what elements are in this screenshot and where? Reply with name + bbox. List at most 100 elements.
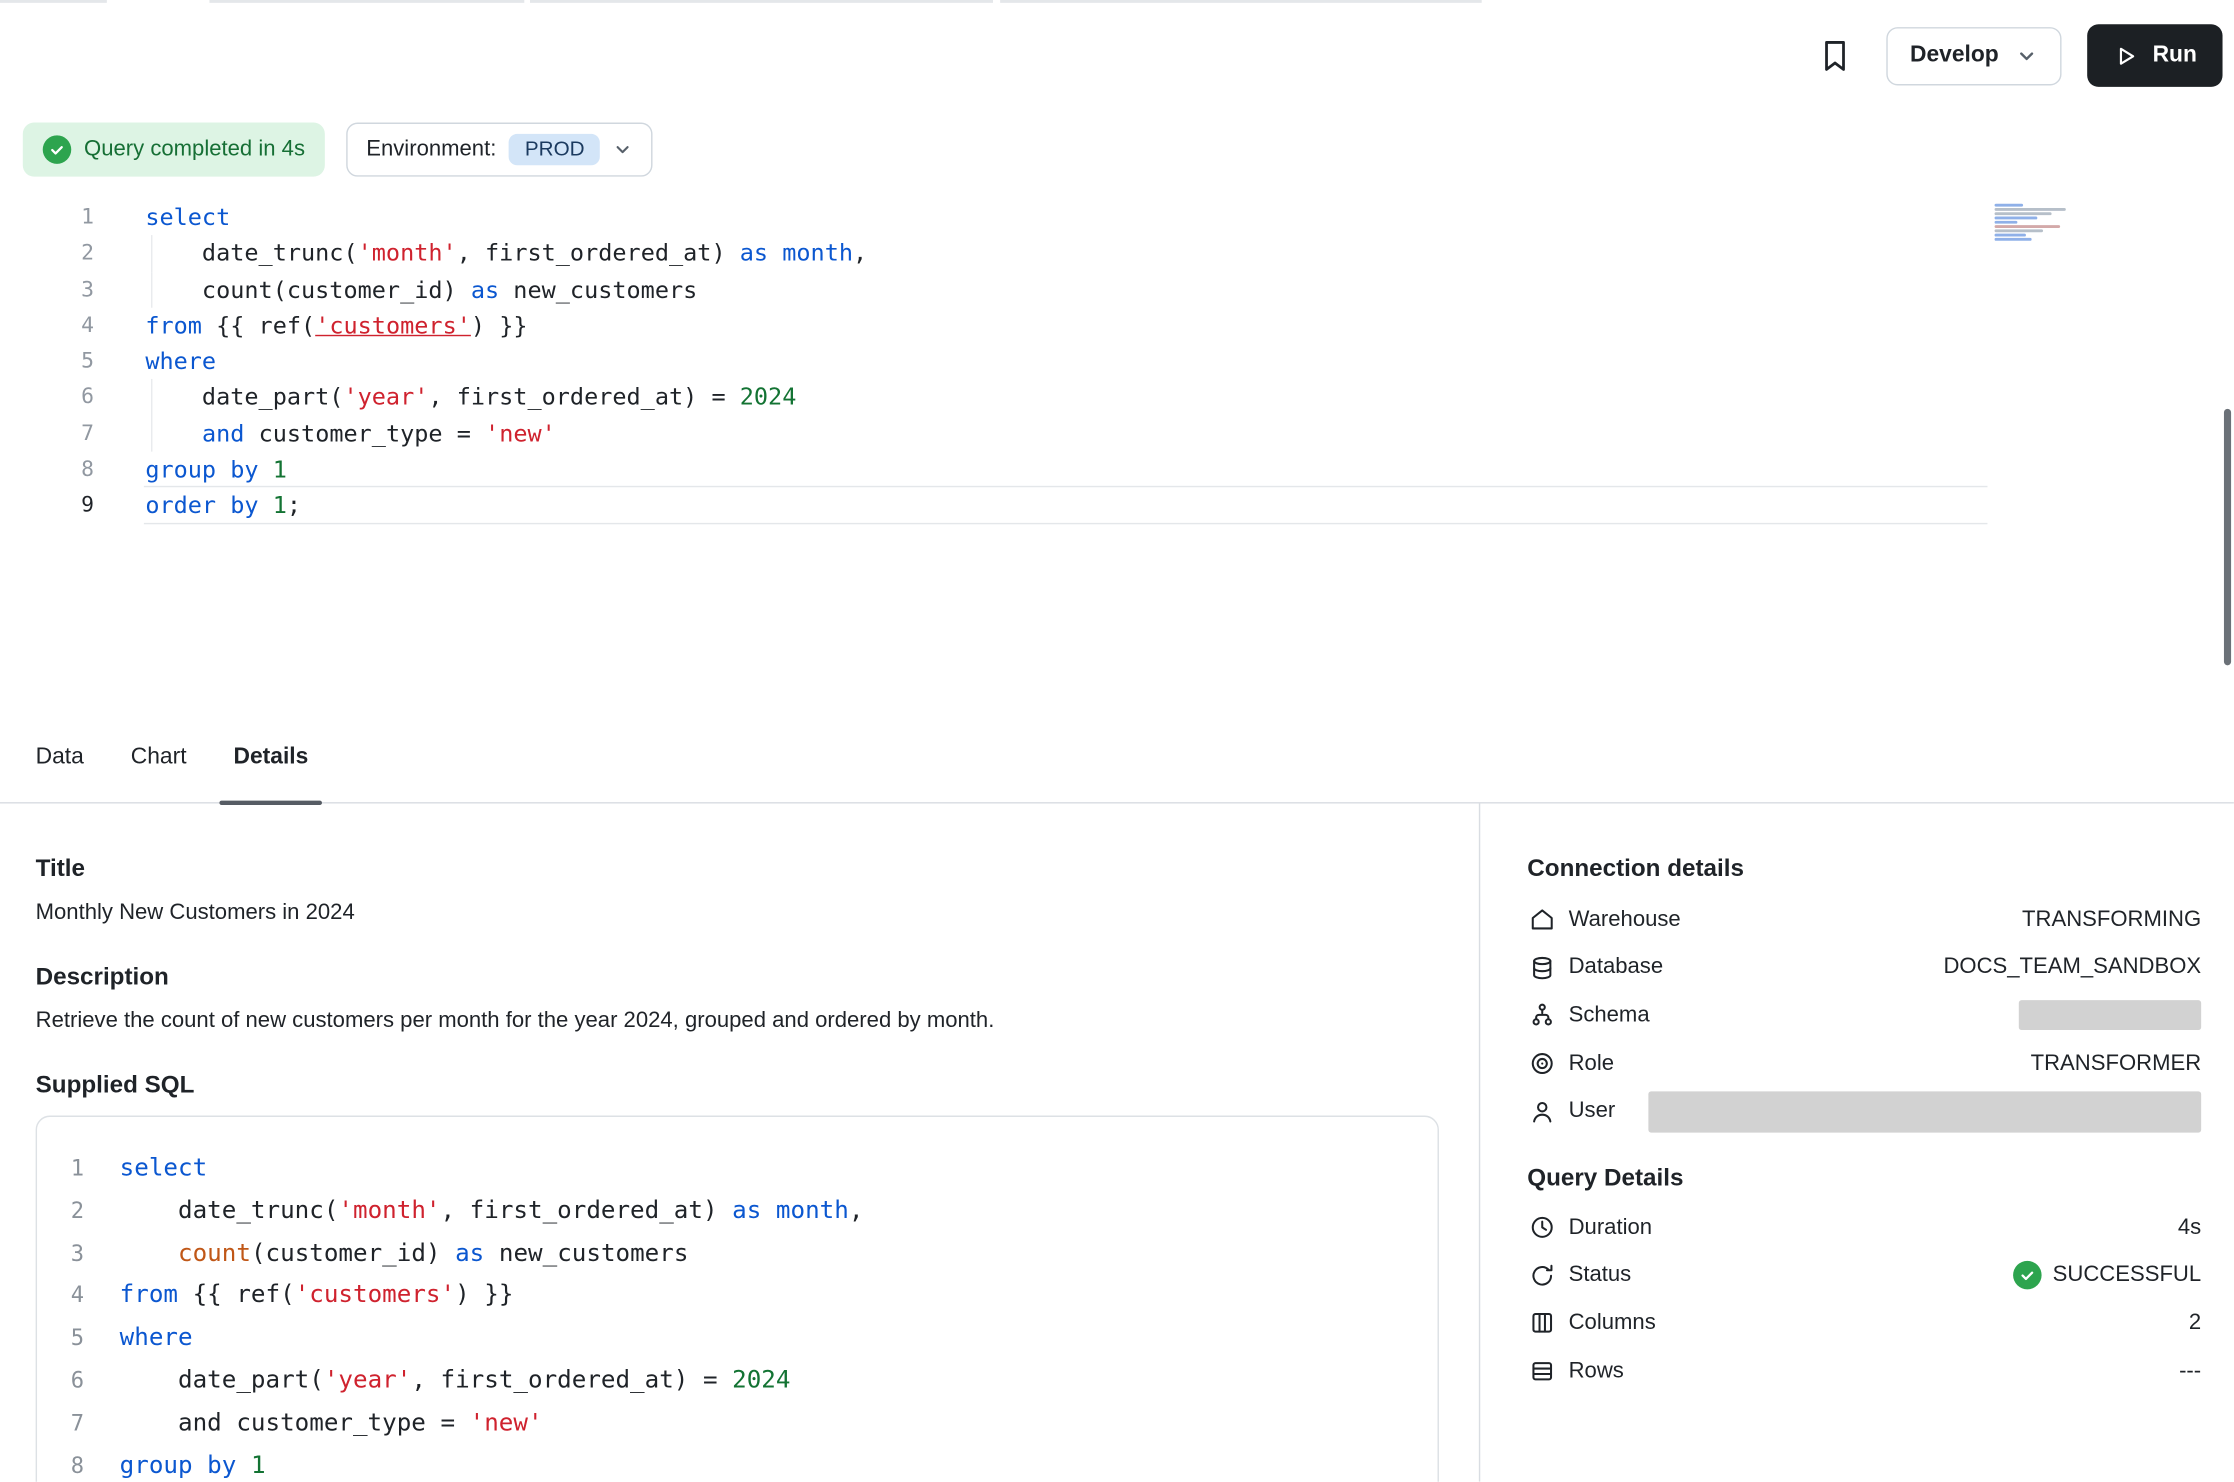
develop-dropdown-button[interactable]: Develop	[1886, 26, 2062, 84]
detail-value: SUCCESSFUL	[2013, 1261, 2201, 1289]
detail-value: 2	[2189, 1311, 2201, 1337]
code-token: ) }}	[455, 1281, 513, 1309]
code-token: 'month'	[358, 240, 457, 267]
schema-icon	[1527, 1002, 1555, 1030]
code-token: as	[732, 1196, 761, 1224]
ref-link[interactable]: 'customers'	[315, 312, 471, 339]
details-left-column: Title Monthly New Customers in 2024 Desc…	[0, 804, 1480, 1482]
line-number: 8	[0, 452, 94, 488]
code-token: customer_type =	[244, 420, 485, 447]
status-row: Query completed in 4s Environment: PROD	[23, 123, 653, 177]
code-token: new_customers	[499, 276, 697, 303]
environment-dropdown[interactable]: Environment: PROD	[346, 123, 653, 177]
query-details-heading: Query Details	[1527, 1164, 2201, 1191]
tab-chart[interactable]: Chart	[131, 712, 187, 802]
details-content: Title Monthly New Customers in 2024 Desc…	[0, 804, 2234, 1482]
code-token: count(customer_id)	[145, 276, 471, 303]
code-token: 'new'	[485, 420, 556, 447]
code-token: 'year'	[324, 1366, 412, 1394]
code-text: date_trunc('month', first_ordered_at) as…	[120, 1191, 864, 1233]
code-token: month	[782, 240, 853, 267]
supplied-sql-heading: Supplied SQL	[36, 1071, 1439, 1098]
detail-label: Status	[1569, 1263, 1632, 1289]
code-line: 5where	[0, 344, 2234, 380]
code-token	[768, 240, 782, 267]
code-text: select	[120, 1148, 208, 1190]
sql-editor[interactable]: 1 select 2 date_trunc('month', first_order…	[0, 182, 2234, 712]
status-icon	[1527, 1261, 1555, 1289]
description-heading: Description	[36, 963, 1439, 990]
connection-details-heading: Connection details	[1527, 855, 2201, 882]
play-icon	[2113, 42, 2140, 69]
detail-label: Rows	[1569, 1359, 1624, 1385]
code-token: date_part(	[120, 1366, 324, 1394]
code-text: where	[120, 1318, 193, 1360]
detail-row-schema: Schema	[1527, 992, 2201, 1040]
redacted-value	[1648, 1091, 2201, 1132]
code-line: 2 date_trunc('month', first_ordered_at) …	[0, 235, 2234, 271]
chevron-down-icon	[613, 140, 633, 160]
tab-details[interactable]: Details	[234, 712, 309, 802]
code-token: {{ ref(	[178, 1281, 295, 1309]
code-text: from {{ ref('customers') }}	[120, 1276, 514, 1318]
result-tabs: Data Chart Details	[0, 712, 2234, 803]
connection-details-rows: WarehouseTRANSFORMINGDatabaseDOCS_TEAM_S…	[1527, 896, 2201, 1135]
detail-label: Role	[1569, 1051, 1614, 1077]
code-token	[259, 456, 273, 483]
code-line: 8 group by 1	[37, 1445, 1437, 1481]
line-number: 9	[0, 488, 94, 524]
code-line: 5 where	[37, 1318, 1437, 1360]
line-number: 5	[37, 1318, 84, 1360]
redacted-value	[2019, 1001, 2201, 1031]
detail-row-database: DatabaseDOCS_TEAM_SANDBOX	[1527, 944, 2201, 992]
code-line: 2 date_trunc('month', first_ordered_at) …	[37, 1191, 1437, 1233]
rows-icon	[1527, 1357, 1555, 1385]
code-text: where	[145, 344, 216, 380]
code-token: new_customers	[484, 1239, 688, 1267]
bookmark-button[interactable]	[1809, 30, 1860, 81]
run-button[interactable]: Run	[2087, 24, 2223, 87]
code-token	[236, 1451, 251, 1479]
code-text: from {{ ref('customers') }}	[145, 308, 527, 344]
run-label: Run	[2153, 43, 2197, 69]
supplied-sql-lines: 1select2 date_trunc('month', first_order…	[37, 1148, 1437, 1481]
develop-label: Develop	[1910, 43, 1999, 69]
line-number: 1	[0, 199, 94, 235]
code-line: 1select	[37, 1148, 1437, 1190]
detail-value: TRANSFORMING	[2022, 907, 2201, 933]
detail-label: Columns	[1569, 1311, 1656, 1337]
bookmark-icon	[1816, 37, 1853, 74]
code-token: group by	[120, 1451, 237, 1479]
query-status-text: Query completed in 4s	[84, 137, 305, 163]
code-token: , first_ordered_at) =	[428, 384, 739, 411]
code-line: 7 and customer_type = 'new'	[37, 1403, 1437, 1445]
code-token: , first_ordered_at)	[457, 240, 740, 267]
details-right-column: Connection details WarehouseTRANSFORMING…	[1480, 804, 2234, 1482]
code-token: 'month'	[338, 1196, 440, 1224]
line-number: 2	[37, 1191, 84, 1233]
scrollbar-thumb[interactable]	[2224, 409, 2231, 665]
code-token: ) }}	[471, 312, 528, 339]
line-number: 6	[0, 380, 94, 416]
detail-row-role: RoleTRANSFORMER	[1527, 1040, 2201, 1088]
code-token: select	[145, 204, 230, 231]
detail-row-warehouse: WarehouseTRANSFORMING	[1527, 896, 2201, 944]
detail-label: User	[1569, 1099, 1616, 1125]
code-text: select	[145, 199, 230, 235]
code-token	[145, 420, 202, 447]
code-text: and customer_type = 'new'	[145, 416, 555, 452]
line-number: 8	[37, 1445, 84, 1481]
supplied-sql-block: 1select2 date_trunc('month', first_order…	[36, 1116, 1439, 1482]
code-line: 1 select	[0, 199, 2234, 235]
code-token: date_trunc(	[120, 1196, 339, 1224]
code-token: 'new'	[470, 1409, 543, 1437]
user-icon	[1527, 1097, 1555, 1125]
code-token: month	[776, 1196, 849, 1224]
success-check-icon	[2013, 1261, 2041, 1289]
code-token: 1	[251, 1451, 266, 1479]
status-text: SUCCESSFUL	[2053, 1263, 2201, 1289]
code-token: ,	[849, 1196, 864, 1224]
code-token	[120, 1239, 178, 1267]
line-number: 4	[0, 308, 94, 344]
tab-data[interactable]: Data	[36, 712, 84, 802]
